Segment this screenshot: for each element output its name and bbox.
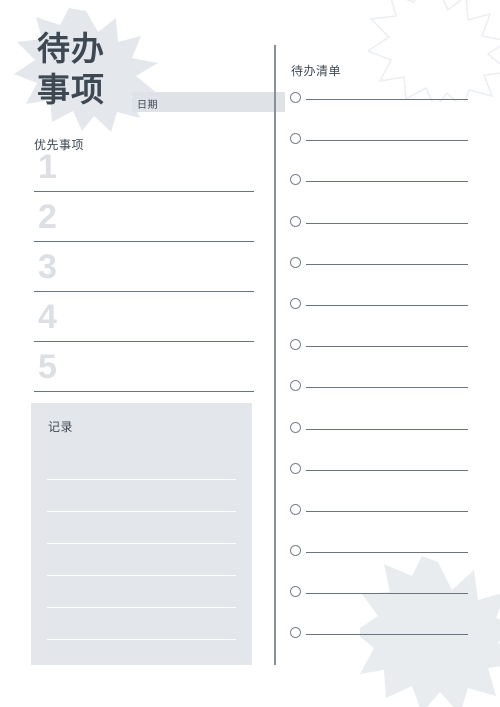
priority-write-line[interactable] xyxy=(34,391,254,392)
checkbox-circle-icon[interactable] xyxy=(290,462,301,474)
checkbox-circle-icon[interactable] xyxy=(290,215,301,227)
checklist-write-line[interactable] xyxy=(306,593,468,595)
notes-write-line[interactable] xyxy=(47,480,236,512)
priority-row[interactable]: 1 xyxy=(34,148,254,200)
checklist-write-line[interactable] xyxy=(306,181,468,183)
checklist-write-line[interactable] xyxy=(306,263,468,265)
priority-number: 1 xyxy=(38,148,57,186)
checklist-write-line[interactable] xyxy=(306,510,468,512)
priority-write-line[interactable] xyxy=(34,191,254,192)
checklist-write-line[interactable] xyxy=(306,346,468,348)
notes-write-line[interactable] xyxy=(47,544,236,576)
checklist-item[interactable] xyxy=(290,545,468,586)
checklist-item[interactable] xyxy=(290,297,468,339)
checklist-write-line[interactable] xyxy=(306,634,468,636)
notes-write-line[interactable] xyxy=(47,608,236,640)
checklist-section-heading: 待办清单 xyxy=(291,64,342,78)
checklist-item[interactable] xyxy=(290,462,468,504)
page-title-line-2: 事项 xyxy=(37,71,105,108)
checklist-item[interactable] xyxy=(290,174,468,215)
checklist-item[interactable] xyxy=(290,339,468,380)
notes-write-line[interactable] xyxy=(47,448,236,480)
priority-row[interactable]: 5 xyxy=(34,348,254,400)
priority-row[interactable]: 2 xyxy=(34,198,254,250)
page-title: 待办 事项 xyxy=(37,28,105,110)
checklist-write-line[interactable] xyxy=(306,428,468,430)
priority-write-line[interactable] xyxy=(34,291,254,292)
checklist-item[interactable] xyxy=(290,92,468,133)
column-divider xyxy=(274,45,276,665)
notes-write-line[interactable] xyxy=(47,512,236,544)
page-title-line-1: 待办 xyxy=(37,30,105,67)
checklist-item[interactable] xyxy=(290,421,468,463)
checklist-item[interactable] xyxy=(290,133,468,174)
checkbox-circle-icon[interactable] xyxy=(290,297,301,309)
priority-number: 3 xyxy=(38,248,57,286)
priority-number: 5 xyxy=(38,348,57,386)
checkbox-circle-icon[interactable] xyxy=(290,92,301,103)
checkbox-circle-icon[interactable] xyxy=(290,421,301,433)
checklist-item[interactable] xyxy=(290,627,468,668)
checklist-write-line[interactable] xyxy=(306,222,468,224)
checklist-item[interactable] xyxy=(290,256,468,298)
checklist-item[interactable] xyxy=(290,215,468,257)
notes-write-line[interactable] xyxy=(47,640,236,672)
checkbox-circle-icon[interactable] xyxy=(290,627,301,639)
checkbox-circle-icon[interactable] xyxy=(290,545,301,557)
left-column: 待办 事项 日期 优先事项 1 2 3 4 5 记录 xyxy=(0,0,285,707)
priority-write-line[interactable] xyxy=(34,241,254,242)
checklist-item[interactable] xyxy=(290,380,468,421)
priority-number: 4 xyxy=(38,298,57,336)
checkbox-circle-icon[interactable] xyxy=(290,503,301,515)
checkbox-circle-icon[interactable] xyxy=(290,174,301,186)
checklist-write-line[interactable] xyxy=(306,140,468,142)
priority-row[interactable]: 4 xyxy=(34,298,254,350)
checkbox-circle-icon[interactable] xyxy=(290,133,301,145)
checklist-item[interactable] xyxy=(290,503,468,545)
date-label: 日期 xyxy=(137,100,158,111)
checklist-write-line[interactable] xyxy=(306,99,468,100)
checkbox-circle-icon[interactable] xyxy=(290,586,301,598)
checkbox-circle-icon[interactable] xyxy=(290,339,301,351)
notes-write-line[interactable] xyxy=(47,576,236,608)
checklist-write-line[interactable] xyxy=(306,469,468,471)
checklist-item[interactable] xyxy=(290,586,468,627)
checkbox-circle-icon[interactable] xyxy=(290,380,301,392)
notes-section[interactable]: 记录 xyxy=(31,403,252,672)
notes-section-heading: 记录 xyxy=(48,420,74,434)
checklist xyxy=(290,92,468,669)
checklist-write-line[interactable] xyxy=(306,387,468,389)
priority-row[interactable]: 3 xyxy=(34,248,254,300)
checkbox-circle-icon[interactable] xyxy=(290,256,301,268)
priority-number: 2 xyxy=(38,198,57,236)
notes-lines xyxy=(47,448,236,672)
checklist-write-line[interactable] xyxy=(306,304,468,306)
right-column: 待办清单 xyxy=(290,0,500,707)
priority-list: 1 2 3 4 5 xyxy=(34,148,254,400)
checklist-write-line[interactable] xyxy=(306,552,468,554)
planner-page: 待办 事项 日期 优先事项 1 2 3 4 5 记录 待办清单 xyxy=(0,0,500,707)
priority-write-line[interactable] xyxy=(34,341,254,342)
